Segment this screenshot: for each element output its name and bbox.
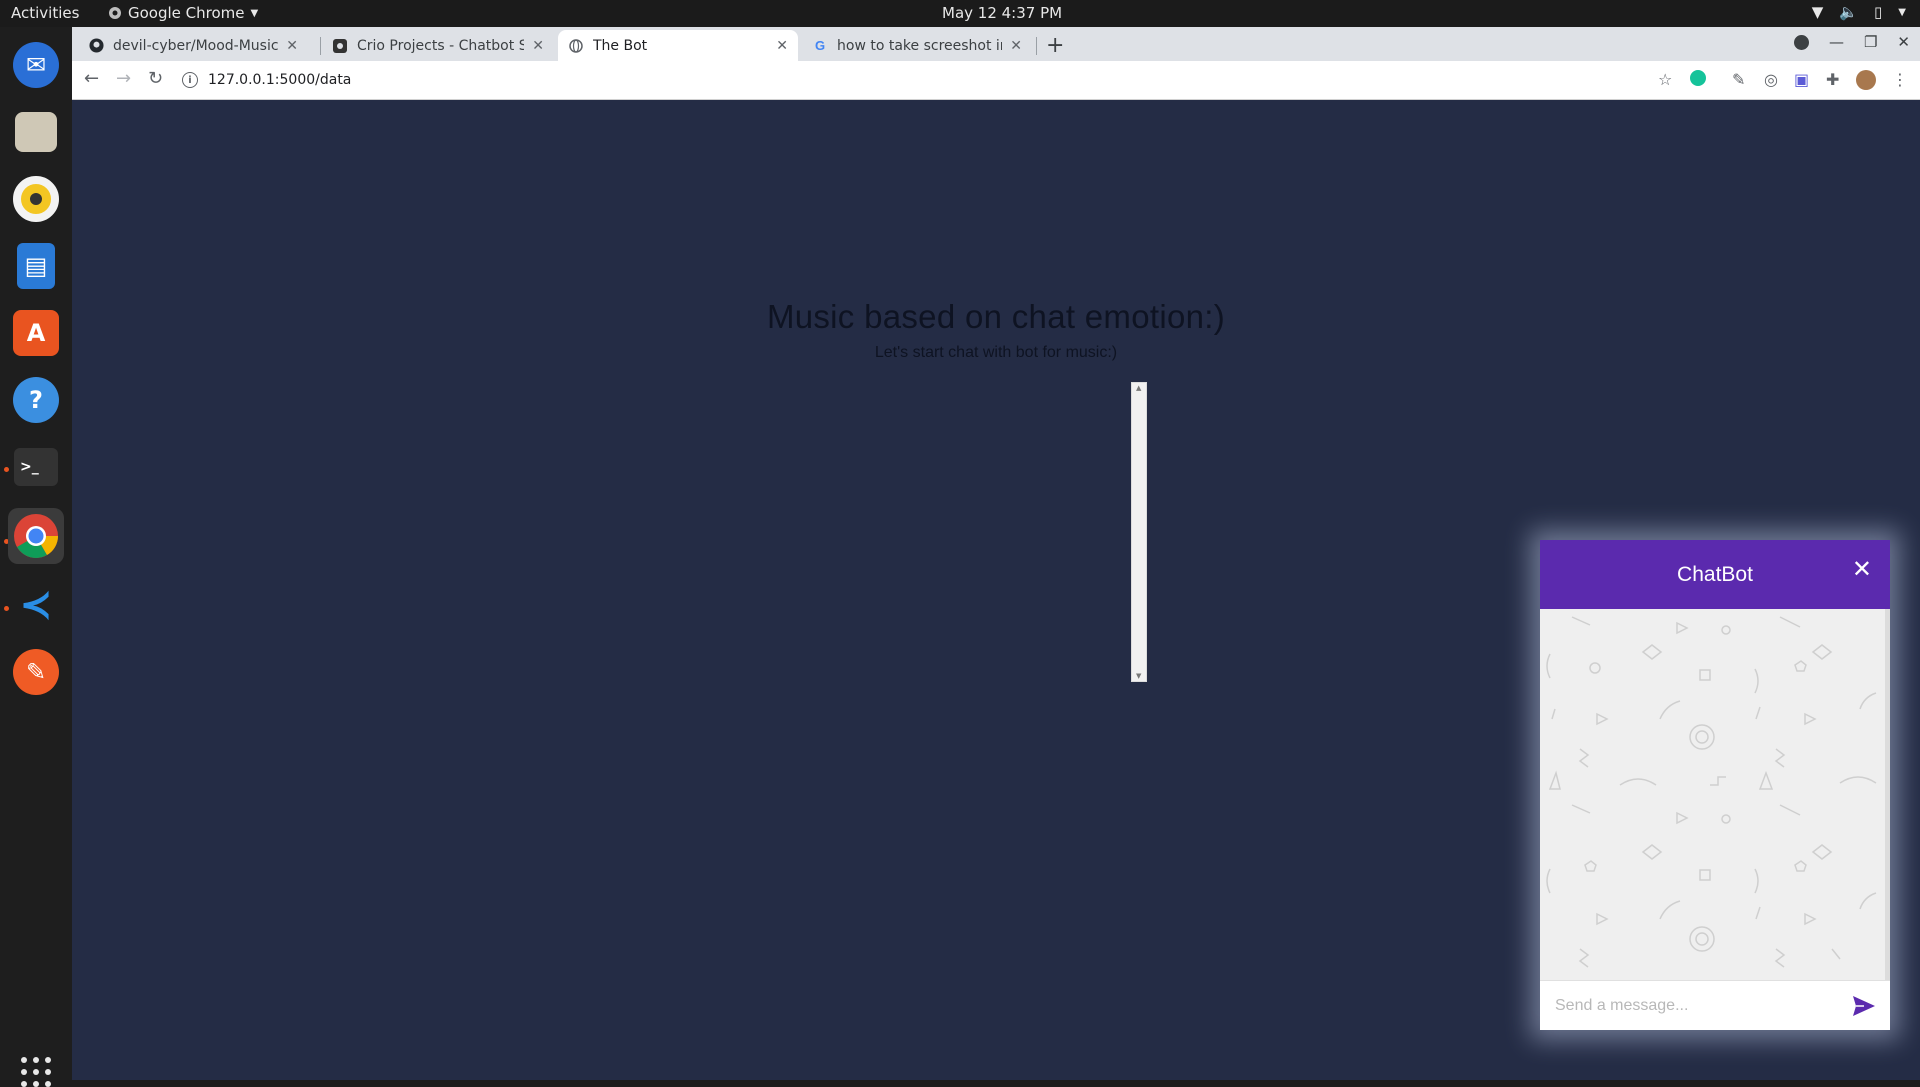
- url-text: 127.0.0.1:5000/data: [208, 72, 352, 88]
- grammarly-icon[interactable]: [1690, 70, 1706, 90]
- screen-capture-icon[interactable]: ▣: [1794, 70, 1809, 89]
- puzzle-icon[interactable]: ✚: [1826, 70, 1839, 89]
- message-input[interactable]: [1555, 996, 1845, 1015]
- system-top-bar: Activities Google Chrome ▼ May 12 4:37 P…: [0, 0, 1920, 27]
- reload-button[interactable]: ↻: [148, 68, 163, 89]
- chat-input-bar: [1540, 980, 1890, 1030]
- app-menu-label: Google Chrome: [128, 4, 245, 22]
- chat-background-pattern: [1546, 616, 1877, 968]
- window-controls: — ❐ ✕: [1793, 33, 1910, 51]
- close-icon[interactable]: ✕: [532, 38, 544, 54]
- music-scroll-area[interactable]: ▲ ▼: [1131, 382, 1147, 682]
- avatar[interactable]: [1856, 70, 1876, 94]
- browser-toolbar: ← → ↻ i 127.0.0.1:5000/data ☆ ✎ ◎ ▣ ✚ ⋮: [72, 61, 1920, 100]
- chat-messages-area[interactable]: [1540, 609, 1885, 980]
- dock-chrome[interactable]: [8, 508, 64, 564]
- tab-strip: devil-cyber/Mood-Music ✕ Crio Projects -…: [72, 27, 1920, 61]
- postman-icon: ✎: [13, 649, 59, 695]
- scroll-down-icon[interactable]: ▼: [1136, 672, 1141, 680]
- tab-separator: [1036, 37, 1037, 55]
- page-subtitle: Let's start chat with bot for music:): [874, 344, 1118, 361]
- terminal-icon: >_: [14, 448, 58, 486]
- site-info-icon[interactable]: i: [182, 72, 198, 88]
- app-menu[interactable]: Google Chrome ▼: [108, 4, 258, 22]
- tab-title: The Bot: [593, 37, 648, 54]
- dock-thunderbird[interactable]: ✉: [8, 37, 64, 93]
- dock-postman[interactable]: ✎: [8, 644, 64, 700]
- browser-window: devil-cyber/Mood-Music ✕ Crio Projects -…: [72, 27, 1920, 100]
- dock-files[interactable]: [8, 104, 64, 160]
- dock-rhythmbox[interactable]: [8, 171, 64, 227]
- rhythmbox-icon: [13, 176, 59, 222]
- dock-writer[interactable]: ▤: [8, 238, 64, 294]
- extension-icon[interactable]: ◎: [1764, 70, 1778, 89]
- send-icon[interactable]: [1852, 995, 1876, 1017]
- files-icon: [15, 112, 57, 152]
- close-window-button[interactable]: ✕: [1897, 33, 1910, 51]
- new-tab-button[interactable]: +: [1046, 33, 1064, 58]
- system-tray[interactable]: ▼ 🔈 ▯ ▼: [1812, 3, 1906, 21]
- github-icon: [88, 38, 104, 54]
- more-menu-icon[interactable]: ⋮: [1892, 70, 1908, 89]
- help-icon: ?: [13, 377, 59, 423]
- volume-icon: 🔈: [1839, 3, 1859, 21]
- close-icon[interactable]: ✕: [286, 38, 298, 54]
- chevron-down-icon: ▼: [1898, 6, 1906, 18]
- chrome-small-icon: [109, 7, 121, 19]
- tab-search-icon[interactable]: [1793, 34, 1809, 50]
- close-icon[interactable]: ✕: [1010, 38, 1022, 54]
- dock-vscode[interactable]: ≺: [8, 577, 64, 633]
- chevron-down-icon: ▼: [250, 7, 259, 19]
- vscode-icon: ≺: [19, 582, 53, 628]
- back-button[interactable]: ←: [84, 68, 99, 89]
- show-apps-icon[interactable]: [21, 1057, 51, 1087]
- minimize-button[interactable]: —: [1829, 33, 1844, 51]
- dock: ✉ ▤ A ? >_ ≺ ✎: [0, 27, 72, 1087]
- google-icon: G: [814, 38, 826, 53]
- tab-crio-projects[interactable]: Crio Projects - Chatbot So ✕: [322, 30, 554, 61]
- bookmark-star-icon[interactable]: ☆: [1658, 70, 1672, 89]
- page-title: Music based on chat emotion:): [766, 298, 1226, 335]
- dock-software[interactable]: A: [8, 305, 64, 361]
- software-icon: A: [13, 310, 59, 356]
- pen-extension-icon[interactable]: ✎: [1732, 70, 1745, 89]
- forward-button[interactable]: →: [116, 68, 131, 89]
- thunderbird-icon: ✉: [13, 42, 59, 88]
- dock-help[interactable]: ?: [8, 372, 64, 428]
- tab-title: devil-cyber/Mood-Music: [113, 37, 279, 54]
- page-content: Music based on chat emotion:) Let's star…: [72, 100, 1920, 1080]
- chatbot-widget: ChatBot ✕: [1540, 540, 1890, 1030]
- chrome-icon: [14, 514, 58, 558]
- clock[interactable]: May 12 4:37 PM: [942, 4, 1062, 22]
- tab-title: how to take screeshot in u: [837, 37, 1002, 54]
- chatbot-header: ChatBot ✕: [1540, 540, 1890, 609]
- restore-button[interactable]: ❐: [1864, 33, 1877, 51]
- writer-icon: ▤: [17, 243, 55, 289]
- chatbot-title: ChatBot: [1677, 562, 1753, 586]
- tab-mood-music[interactable]: devil-cyber/Mood-Music ✕: [78, 30, 308, 61]
- tab-the-bot[interactable]: The Bot ✕: [558, 30, 798, 61]
- tab-separator: [320, 37, 321, 55]
- activities-button[interactable]: Activities: [11, 4, 79, 22]
- tab-google-search[interactable]: G how to take screeshot in u ✕: [802, 30, 1032, 61]
- crio-icon: [332, 38, 348, 54]
- tab-title: Crio Projects - Chatbot So: [357, 37, 525, 54]
- scroll-up-icon[interactable]: ▲: [1136, 384, 1141, 392]
- close-icon[interactable]: ✕: [1852, 558, 1872, 582]
- wifi-icon: ▼: [1811, 3, 1824, 21]
- globe-icon: [568, 38, 584, 54]
- address-bar[interactable]: i 127.0.0.1:5000/data: [182, 65, 1792, 95]
- battery-icon: ▯: [1874, 3, 1883, 21]
- chat-scrollbar[interactable]: [1885, 609, 1890, 980]
- dock-terminal[interactable]: >_: [8, 439, 64, 495]
- close-icon[interactable]: ✕: [776, 38, 788, 54]
